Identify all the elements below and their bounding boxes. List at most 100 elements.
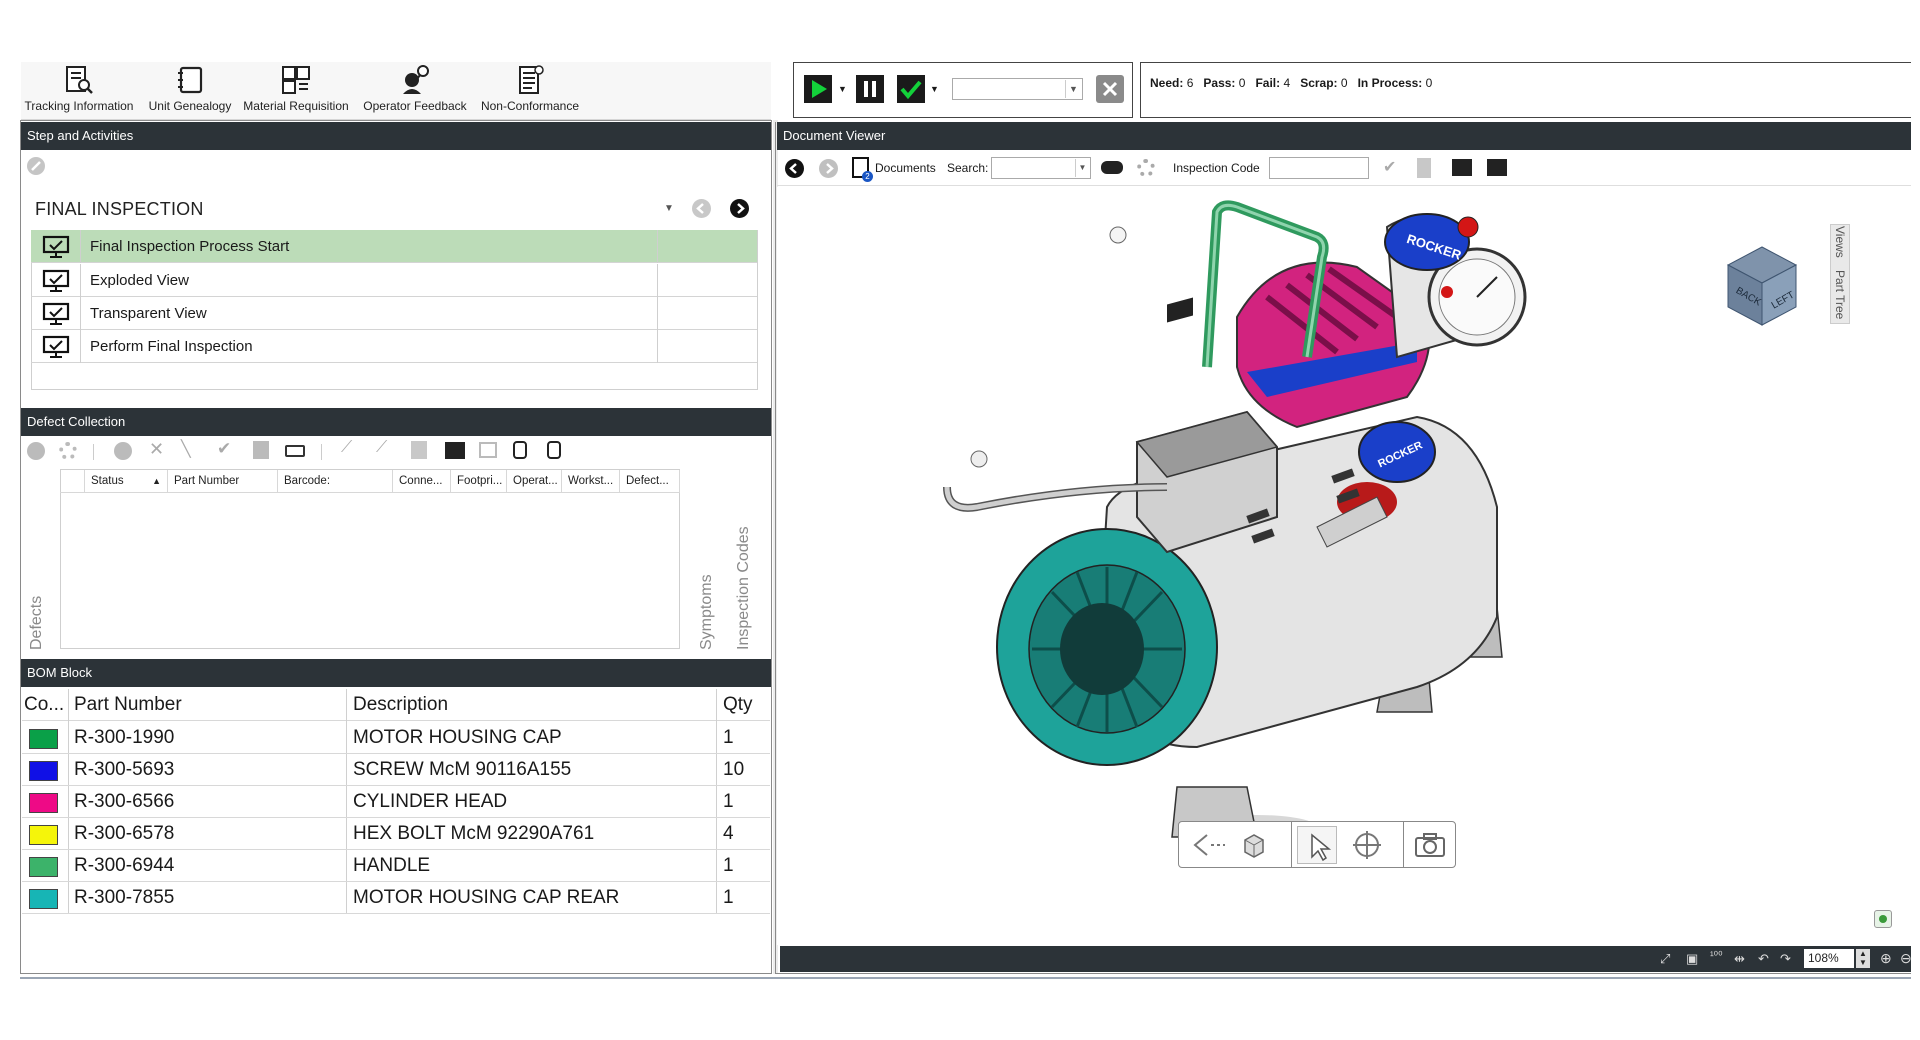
material-requisition-button[interactable]: Material Requisition [243, 64, 349, 116]
rotate-left-icon[interactable]: ↶ [1758, 951, 1769, 967]
wrench-icon[interactable]: ╲ [181, 439, 191, 459]
section-icon[interactable] [1189, 830, 1229, 860]
binoculars-icon[interactable] [1101, 161, 1123, 174]
defects-col-operator[interactable]: Operat... [507, 470, 562, 492]
pause-button[interactable] [856, 75, 884, 103]
defects-col-defect[interactable]: Defect... [620, 470, 680, 492]
inprocess-value: 0 [1425, 76, 1433, 90]
non-conformance-button[interactable]: Non-Conformance [478, 64, 582, 116]
print-icon[interactable] [445, 442, 465, 459]
defects-col-footprint[interactable]: Footpri... [451, 470, 507, 492]
bom-row[interactable]: R-300-1990 MOTOR HOUSING CAP 1 [22, 722, 770, 754]
search-defect-icon[interactable] [547, 441, 561, 459]
defects-col-status[interactable]: Status ▲ [85, 470, 168, 492]
add-defect-icon[interactable] [27, 442, 45, 460]
edit-icon[interactable] [27, 157, 45, 175]
symptoms-side-tab[interactable]: Symptoms [698, 574, 716, 650]
documents-label[interactable]: Documents [875, 161, 936, 175]
defects-side-tab[interactable]: Defects [28, 596, 46, 650]
bom-row[interactable]: R-300-6578 HEX BOLT McM 92290A761 4 [22, 818, 770, 850]
accept-icon[interactable]: ✔ [1383, 157, 1396, 177]
inprocess-label: In Process: [1357, 76, 1423, 90]
actual-size-icon[interactable]: ¹⁰⁰ [1710, 949, 1722, 962]
settings-icon[interactable] [59, 442, 77, 460]
bom-col-color[interactable]: Co... [24, 694, 64, 716]
defects-col-part-number[interactable]: Part Number [168, 470, 278, 492]
operator-feedback-button[interactable]: Operator Feedback [362, 64, 468, 116]
remove-icon[interactable] [114, 442, 132, 460]
defects-col-workstation[interactable]: Workst... [562, 470, 620, 492]
bom-row[interactable]: R-300-7855 MOTOR HOUSING CAP REAR 1 [22, 882, 770, 914]
delete-icon[interactable]: ✕ [149, 439, 164, 460]
view-cube[interactable]: BACK LEFT [1726, 245, 1798, 327]
print-all-icon[interactable] [1487, 159, 1507, 176]
documents-icon[interactable]: 2 [852, 157, 873, 182]
step-row-0[interactable]: Final Inspection Process Start [31, 230, 757, 263]
rotate-icon[interactable] [1349, 828, 1385, 862]
rotate-right-icon[interactable]: ↷ [1780, 951, 1791, 967]
defects-col-connection[interactable]: Conne... [393, 470, 451, 492]
complete-button[interactable] [897, 75, 925, 103]
bom-row[interactable]: R-300-5693 SCREW McM 90116A155 10 [22, 754, 770, 786]
fit-width-icon[interactable]: ⇹ [1734, 951, 1745, 967]
views-tab[interactable]: Views [1833, 226, 1847, 266]
next-step-icon[interactable] [730, 199, 749, 218]
link-icon[interactable]: ⟋ [341, 439, 352, 457]
complete-dropdown-icon[interactable]: ▼ [930, 84, 939, 94]
scanner-icon[interactable] [285, 445, 305, 457]
zoom-field[interactable]: 108% [1804, 949, 1854, 968]
play-button[interactable] [804, 75, 832, 103]
bom-col-part-number[interactable]: Part Number [74, 694, 182, 716]
print-icon[interactable] [1452, 159, 1472, 176]
bom-description: HANDLE [353, 855, 431, 876]
export-icon[interactable] [479, 442, 497, 458]
approve-icon[interactable]: ✔ [217, 439, 231, 459]
color-swatch [29, 761, 58, 781]
select-pointer-icon[interactable] [1297, 826, 1337, 864]
clear-button[interactable] [1096, 75, 1124, 103]
status-combo[interactable]: ▼ [952, 78, 1083, 100]
operator-feedback-label: Operator Feedback [363, 99, 467, 113]
filter-icon[interactable] [513, 441, 527, 459]
attachment-icon[interactable]: ⟋ [376, 439, 387, 457]
zoom-in-icon[interactable]: ⊕ [1880, 950, 1892, 967]
zoom-stepper-icon[interactable]: ▲ ▼ [1856, 949, 1870, 968]
bom-col-qty[interactable]: Qty [723, 694, 753, 716]
search-combo[interactable]: ▼ [991, 157, 1091, 179]
step-row-3[interactable]: Perform Final Inspection [31, 330, 757, 363]
status-indicator-icon[interactable] [1874, 910, 1892, 928]
scrap-label: Scrap: [1300, 76, 1338, 90]
back-icon[interactable] [785, 159, 804, 178]
unit-genealogy-button[interactable]: Unit Genealogy [144, 64, 236, 116]
color-swatch [29, 729, 58, 749]
toolbar-divider [321, 444, 322, 460]
fit-icon[interactable]: ⤢ [1660, 951, 1670, 967]
zoom-out-icon[interactable]: ⊖ [1900, 950, 1912, 967]
part-tree-tab[interactable]: Part Tree [1833, 270, 1847, 330]
page-icon[interactable]: ▣ [1686, 951, 1698, 967]
file-icon[interactable] [1417, 158, 1431, 178]
box-view-icon[interactable] [1239, 830, 1269, 860]
tracking-information-button[interactable]: Tracking Information [22, 64, 136, 116]
inspection-code-field[interactable] [1269, 157, 1369, 179]
bom-col-description[interactable]: Description [353, 694, 448, 716]
clipboard-icon[interactable] [253, 441, 269, 459]
step-row-1[interactable]: Exploded View [31, 264, 757, 297]
viewer-toolbar: 2 Documents Search: ▼ Inspection Code ✔ [777, 152, 1911, 186]
forward-icon[interactable] [819, 159, 838, 178]
bom-part-number: R-300-6944 [74, 855, 175, 876]
bom-row[interactable]: R-300-6566 CYLINDER HEAD 1 [22, 786, 770, 818]
sort-ascending-icon: ▲ [152, 476, 161, 486]
step-row-2[interactable]: Transparent View [31, 297, 757, 330]
inspection-codes-side-tab[interactable]: Inspection Codes [735, 526, 753, 650]
operator-feedback-icon [403, 65, 429, 94]
gear-icon[interactable] [1137, 159, 1155, 177]
bom-row[interactable]: R-300-6944 HANDLE 1 [22, 850, 770, 882]
unit-genealogy-label: Unit Genealogy [148, 99, 232, 113]
step-dropdown-icon[interactable]: ▼ [664, 203, 674, 214]
previous-step-icon[interactable] [692, 199, 711, 218]
play-dropdown-icon[interactable]: ▼ [838, 84, 847, 94]
camera-icon[interactable] [1413, 831, 1447, 859]
document-icon[interactable] [411, 441, 427, 459]
defects-col-barcode[interactable]: Barcode: [278, 470, 393, 492]
